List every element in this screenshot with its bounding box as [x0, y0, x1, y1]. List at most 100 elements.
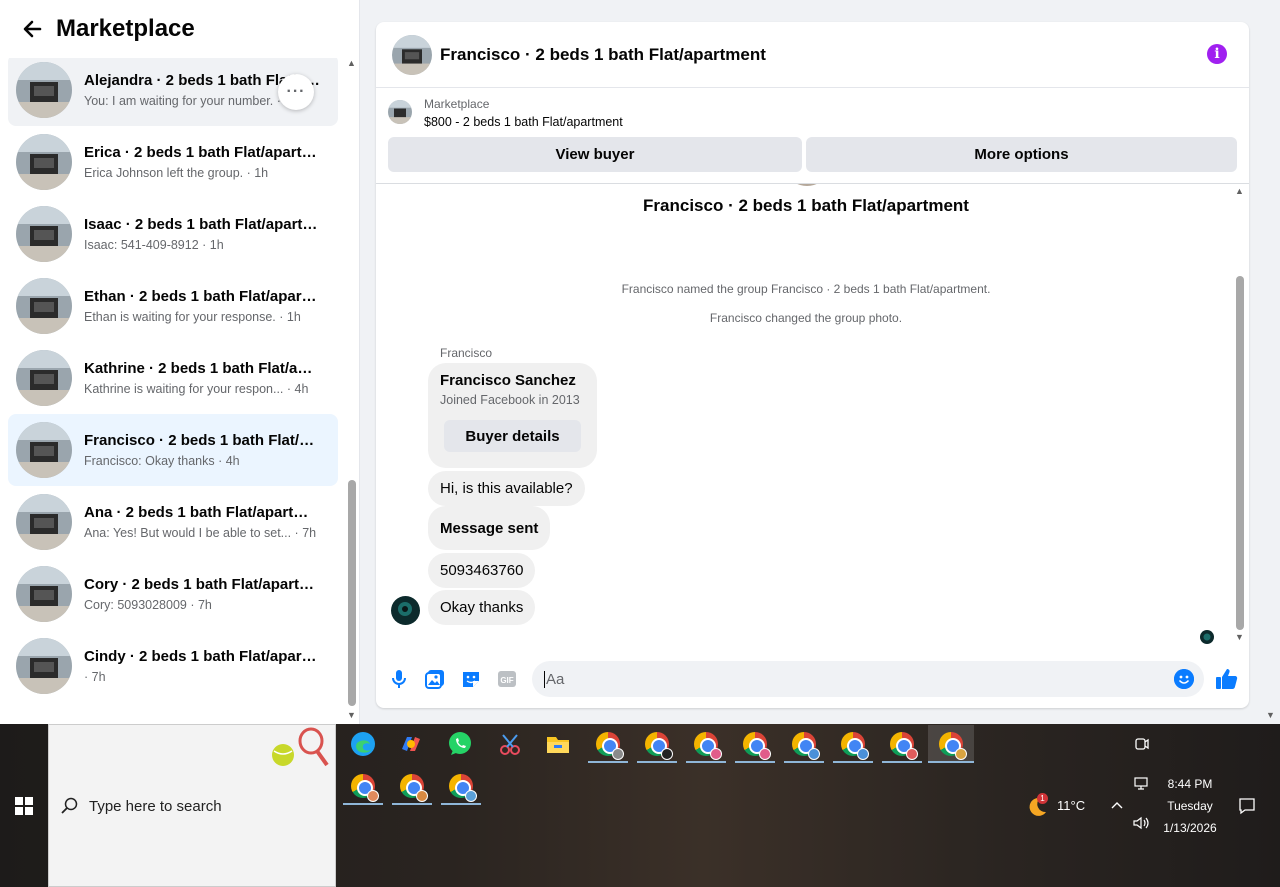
conversation-name: Cindy · 2 beds 1 bath Flat/apartment: [84, 647, 320, 665]
conversation-avatar: [16, 134, 72, 190]
conversation-avatar: [16, 206, 72, 262]
info-icon[interactable]: i: [1207, 44, 1227, 64]
chrome-app-icon[interactable]: [833, 725, 873, 763]
group-photo: [789, 184, 825, 186]
conversation-name: Kathrine · 2 beds 1 bath Flat/apartment: [84, 359, 320, 377]
network-icon[interactable]: [1134, 777, 1150, 796]
conversation-snippet: · 7h: [84, 669, 106, 684]
gif-icon[interactable]: GIF: [496, 668, 518, 690]
tennis-search-highlight-icon[interactable]: [269, 727, 331, 767]
message-bubble[interactable]: 5093463760: [428, 553, 536, 588]
search-icon: [61, 797, 79, 815]
taskbar-search-box[interactable]: Type here to search: [48, 724, 336, 887]
message-thread: Francisco · 2 beds 1 bath Flat/apartment…: [376, 184, 1249, 652]
buyer-joined: Joined Facebook in 2013: [440, 393, 580, 407]
conversation-item-cindy[interactable]: Cindy · 2 beds 1 bath Flat/apartment · 7…: [8, 630, 338, 702]
clock-date[interactable]: 1/13/2026: [1150, 821, 1230, 835]
message-bubble[interactable]: Okay thanks: [428, 590, 536, 625]
chat-scrollbar[interactable]: ▲ ▼: [1233, 184, 1249, 652]
emoji-icon[interactable]: [1174, 669, 1194, 689]
chat-avatar[interactable]: [392, 34, 432, 75]
file-explorer-app-icon[interactable]: [538, 725, 578, 763]
conversation-snippet: Isaac: 541-409-8912 · 1h: [84, 237, 224, 252]
listing-price-title[interactable]: $800 - 2 beds 1 bath Flat/apartment: [424, 115, 623, 129]
weather-temperature[interactable]: 11°C: [1057, 798, 1085, 813]
chrome-app-icon[interactable]: [392, 767, 432, 805]
scroll-down-arrow-icon[interactable]: ▼: [347, 710, 356, 720]
conversation-name: Ethan · 2 beds 1 bath Flat/apartment: [84, 287, 320, 305]
message-bubble[interactable]: Message sent: [428, 506, 551, 550]
weather-badge: 1: [1037, 793, 1048, 804]
microphone-icon[interactable]: [388, 668, 410, 690]
sticker-icon[interactable]: [460, 668, 482, 690]
weather-moon-icon[interactable]: 1: [1025, 793, 1049, 819]
edge-app-icon[interactable]: [343, 725, 383, 763]
buyer-details-button[interactable]: Buyer details: [444, 420, 581, 452]
volume-icon[interactable]: [1133, 816, 1151, 835]
tray-chevron-up-icon[interactable]: [1110, 798, 1124, 817]
message-input[interactable]: [544, 670, 1144, 688]
back-arrow-icon[interactable]: [20, 17, 44, 41]
conversation-more-button[interactable]: ···: [278, 74, 314, 110]
chrome-app-icon[interactable]: [735, 725, 775, 763]
conversation-item-ana[interactable]: Ana · 2 beds 1 bath Flat/apartment Ana: Y…: [8, 486, 338, 558]
conversation-item-francisco[interactable]: Francisco · 2 beds 1 bath Flat/apartment…: [8, 414, 338, 486]
conversation-avatar: [16, 566, 72, 622]
svg-text:GIF: GIF: [500, 676, 513, 685]
clock-time[interactable]: 8:44 PM: [1150, 777, 1230, 791]
meet-now-icon[interactable]: [1134, 736, 1150, 757]
conversation-name: Cory · 2 beds 1 bath Flat/apartment: [84, 575, 320, 593]
conversation-list: Alejandra · 2 beds 1 bath Flat/apartment…: [8, 0, 338, 702]
conversation-snippet: Erica Johnson left the group. · 1h: [84, 165, 269, 180]
message-bubble[interactable]: Hi, is this available?: [428, 471, 585, 506]
message-input-box[interactable]: [532, 661, 1204, 697]
search-placeholder: Type here to search: [89, 798, 222, 815]
conversation-item-alejandra[interactable]: Alejandra · 2 beds 1 bath Flat/apartment…: [8, 54, 338, 126]
listing-thumbnail[interactable]: [388, 100, 412, 124]
conversation-item-kathrine[interactable]: Kathrine · 2 beds 1 bath Flat/apartment K…: [8, 342, 338, 414]
sidebar-scrollbar[interactable]: ▲ ▼: [344, 58, 359, 722]
conversation-item-isaac[interactable]: Isaac · 2 beds 1 bath Flat/apartment Isaa…: [8, 198, 338, 270]
buyer-name[interactable]: Francisco Sanchez: [440, 372, 576, 389]
page-scroll-down-arrow-icon[interactable]: ▼: [1266, 710, 1275, 720]
windows-start-icon[interactable]: [0, 724, 48, 887]
more-options-button[interactable]: More options: [806, 137, 1237, 172]
chrome-app-icon[interactable]: [686, 725, 726, 763]
sender-avatar[interactable]: [391, 596, 420, 625]
conversation-item-ethan[interactable]: Ethan · 2 beds 1 bath Flat/apartment Etha…: [8, 270, 338, 342]
chrome-app-icon[interactable]: [637, 725, 677, 763]
scroll-up-arrow-icon[interactable]: ▲: [1235, 186, 1244, 196]
thumbs-up-icon[interactable]: [1214, 666, 1240, 692]
conversation-name: Francisco · 2 beds 1 bath Flat/apartment: [84, 431, 320, 449]
conversation-item-cory[interactable]: Cory · 2 beds 1 bath Flat/apartment Cory:…: [8, 558, 338, 630]
conversation-snippet: Kathrine is waiting for your respon... ·…: [84, 381, 309, 396]
copilot-app-icon[interactable]: [391, 725, 431, 763]
message-composer: GIF: [376, 652, 1249, 708]
system-message: Francisco changed the group photo.: [709, 311, 903, 325]
chrome-app-icon[interactable]: [441, 767, 481, 805]
chrome-app-icon[interactable]: [784, 725, 824, 763]
listing-source: Marketplace: [424, 97, 490, 111]
scroll-down-arrow-icon[interactable]: ▼: [1235, 632, 1244, 642]
chrome-app-icon[interactable]: [343, 767, 383, 805]
view-buyer-button[interactable]: View buyer: [388, 137, 802, 172]
snipping-tool-app-icon[interactable]: [490, 725, 530, 763]
conversation-item-erica[interactable]: Erica · 2 beds 1 bath Flat/apartment Eric…: [8, 126, 338, 198]
sidebar-title: Marketplace: [56, 15, 195, 42]
conversation-name: Isaac · 2 beds 1 bath Flat/apartment: [84, 215, 320, 233]
chrome-app-icon-active[interactable]: [928, 725, 974, 763]
clock-day[interactable]: Tuesday: [1150, 799, 1230, 813]
scroll-up-arrow-icon[interactable]: ▲: [347, 58, 356, 68]
conversation-snippet: Francisco: Okay thanks · 4h: [84, 453, 240, 468]
photo-icon[interactable]: [424, 668, 446, 690]
chat-title[interactable]: Francisco · 2 beds 1 bath Flat/apartment: [440, 45, 766, 65]
whatsapp-app-icon[interactable]: [440, 725, 480, 763]
chrome-app-icon[interactable]: [588, 725, 628, 763]
chat-scroll-thumb[interactable]: [1236, 276, 1244, 630]
conversation-avatar: [16, 350, 72, 406]
chrome-app-icon[interactable]: [882, 725, 922, 763]
conversation-avatar: [16, 278, 72, 334]
conversation-name: Ana · 2 beds 1 bath Flat/apartment: [84, 503, 320, 521]
notification-center-icon[interactable]: [1238, 797, 1256, 820]
sidebar-scroll-thumb[interactable]: [348, 480, 356, 706]
